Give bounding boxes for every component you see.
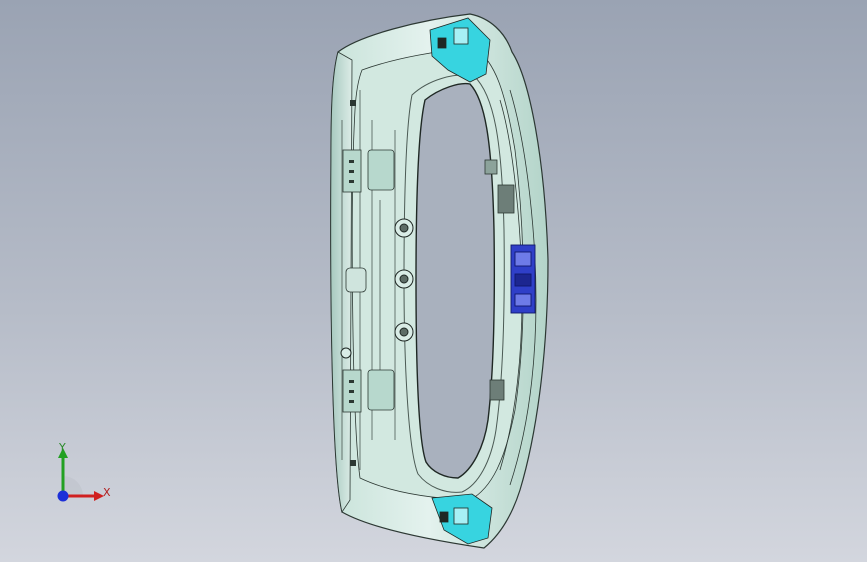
cad-part-model[interactable] [0, 0, 867, 562]
window-opening [415, 82, 496, 479]
y-axis-label: Y [59, 441, 66, 454]
z-axis-dot [57, 490, 69, 502]
orientation-triad: Y X [48, 438, 128, 510]
x-axis-label: X [103, 486, 111, 499]
blue-latch-block [510, 244, 536, 314]
graphics-viewport[interactable]: Y X [0, 0, 867, 562]
